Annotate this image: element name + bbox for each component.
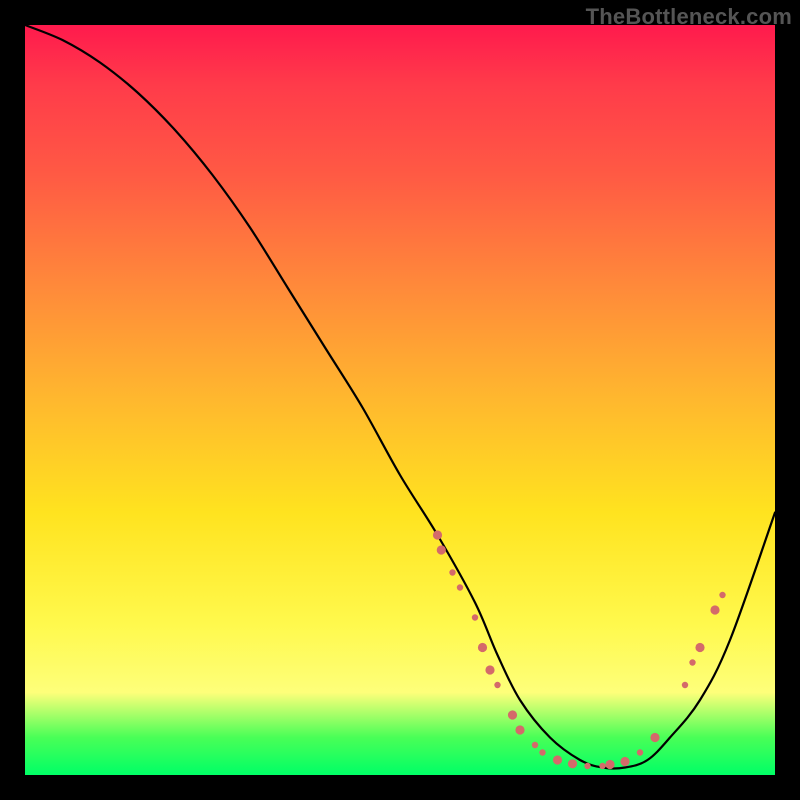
highlight-point [650,733,659,742]
highlight-point [508,710,517,719]
highlight-point [553,755,562,764]
highlight-point [605,760,614,769]
highlight-point [532,742,538,748]
highlight-point [472,614,478,620]
highlight-point [682,682,688,688]
highlight-point [584,763,590,769]
highlight-point [568,759,577,768]
bottleneck-curve [25,25,775,768]
highlight-point [478,643,487,652]
highlight-point [695,643,704,652]
highlight-point [449,569,455,575]
highlight-point [637,749,643,755]
highlight-point [539,749,545,755]
highlight-points [433,530,726,769]
highlight-point [437,545,446,554]
highlight-point [599,763,605,769]
highlight-point [515,725,524,734]
plot-area [25,25,775,775]
highlight-point [457,584,463,590]
highlight-point [494,682,500,688]
highlight-point [620,757,629,766]
highlight-point [719,592,725,598]
chart-container: TheBottleneck.com [0,0,800,800]
highlight-point [710,605,719,614]
highlight-point [689,659,695,665]
highlight-point [485,665,494,674]
curve-layer [25,25,775,775]
highlight-point [433,530,442,539]
